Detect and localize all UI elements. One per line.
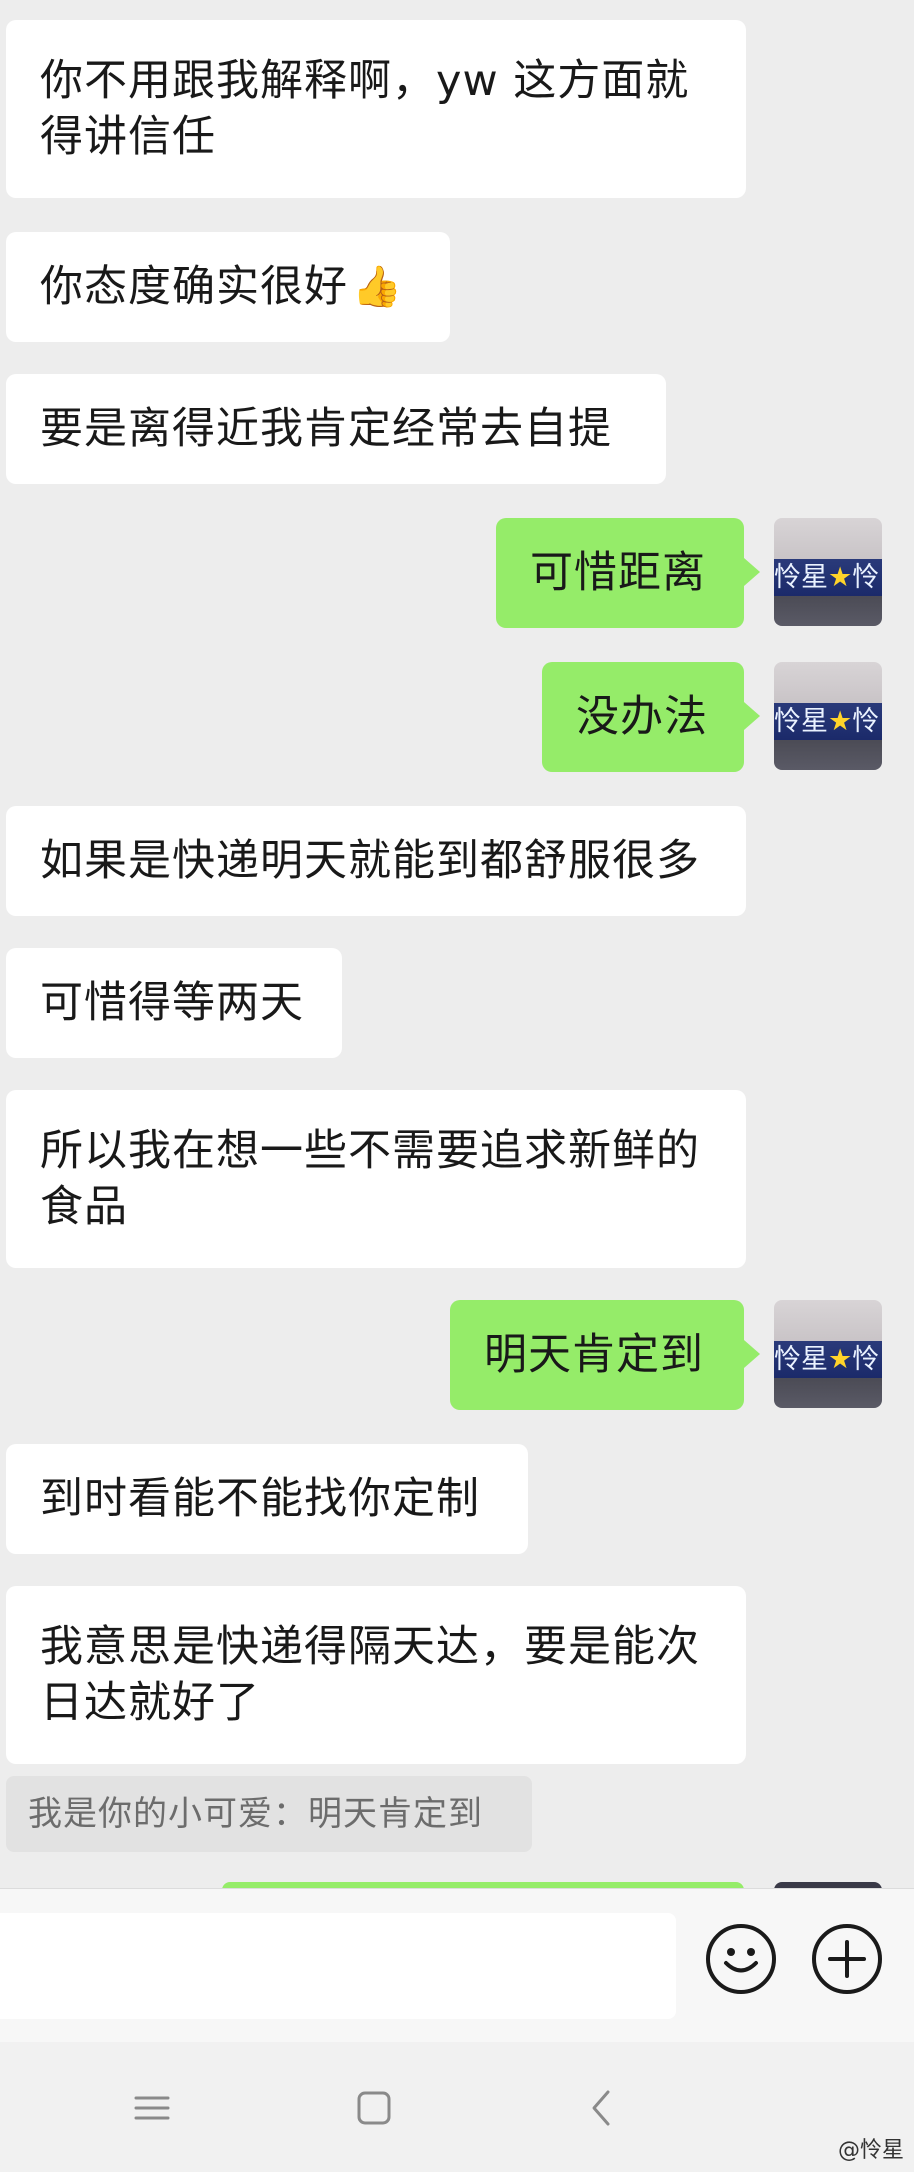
message-bubble-outgoing[interactable]: 明天肯定到 (450, 1300, 760, 1410)
message-line: 得讲信任 (40, 112, 216, 162)
message-line: 我意思是快递得隔天达，要是能次 (40, 1622, 700, 1672)
message-text: 我意思是快递得隔天达，要是能次 日达就好了 (40, 1619, 700, 1731)
quoted-message-text: 我是你的小可爱：明天肯定到 (28, 1794, 483, 1834)
message-bubble-incoming[interactable]: 如果是快递明天就能到都舒服很多 (6, 806, 746, 916)
back-icon (592, 2090, 610, 2126)
message-text: 你不用跟我解释啊，yw 这方面就 得讲信任 (40, 53, 689, 165)
plus-button[interactable] (812, 1924, 882, 1994)
message-text: 如果是快递明天就能到都舒服很多 (40, 836, 700, 886)
menu-button[interactable] (122, 2078, 182, 2138)
emoji-button[interactable] (706, 1924, 776, 1994)
chat-message-list[interactable]: 你不用跟我解释啊，yw 这方面就 得讲信任 你态度确实很好 👍 要是离得近我肯定… (0, 0, 914, 1888)
message-line: 你不用跟我解释啊，yw 这方面就 (40, 56, 690, 106)
message-bubble-incoming[interactable]: 你态度确实很好 👍 (6, 232, 450, 342)
avatar[interactable]: 怜星★怜 (774, 518, 882, 626)
message-text: 你态度确实很好 (40, 262, 348, 312)
avatar-text: 怜星★怜 (774, 706, 880, 737)
watermark: @怜星 (837, 2138, 904, 2163)
message-line: 食品 (40, 1182, 128, 1232)
message-text: 明天肯定到 (484, 1330, 704, 1380)
thumbs-up-icon: 👍 (352, 264, 403, 310)
message-text: 到时看能不能找你定制 (40, 1474, 480, 1524)
message-text: 要是离得近我肯定经常去自提 (40, 404, 612, 454)
message-bubble-incoming[interactable]: 我意思是快递得隔天达，要是能次 日达就好了 (6, 1586, 746, 1764)
message-line: 所以我在想一些不需要追求新鲜的 (40, 1126, 700, 1176)
plus-icon (828, 1940, 866, 1978)
message-text: 可惜距离 (530, 548, 706, 598)
message-bubble-outgoing[interactable]: 可惜距离 (496, 518, 760, 628)
message-line: 日达就好了 (40, 1678, 260, 1728)
home-icon (357, 2091, 391, 2125)
message-text: 所以我在想一些不需要追求新鲜的 食品 (40, 1123, 700, 1235)
message-bubble-incoming[interactable]: 要是离得近我肯定经常去自提 (6, 374, 666, 484)
back-button[interactable] (572, 2078, 632, 2138)
quoted-message[interactable]: 我是你的小可爱：明天肯定到 (6, 1776, 532, 1852)
message-input[interactable] (0, 1913, 676, 2019)
message-bubble-incoming[interactable]: 你不用跟我解释啊，yw 这方面就 得讲信任 (6, 20, 746, 198)
avatar-text: 怜星★怜 (774, 562, 880, 593)
input-bar (0, 1888, 914, 2042)
message-bubble-incoming[interactable]: 可惜得等两天 (6, 948, 342, 1058)
home-button[interactable] (344, 2078, 404, 2138)
message-bubble-incoming[interactable]: 到时看能不能找你定制 (6, 1444, 528, 1554)
system-navigation-bar: @怜星 (0, 2042, 914, 2172)
avatar[interactable]: 怜星★怜 (774, 1300, 882, 1408)
menu-icon (134, 2096, 170, 2120)
message-bubble-outgoing[interactable]: 没办法 (542, 662, 760, 772)
message-bubble-incoming[interactable]: 所以我在想一些不需要追求新鲜的 食品 (6, 1090, 746, 1268)
avatar-text: 怜星★怜 (774, 1344, 880, 1375)
message-text: 可惜得等两天 (40, 978, 304, 1028)
avatar[interactable]: 怜星★怜 (774, 662, 882, 770)
message-text: 没办法 (576, 692, 708, 742)
emoji-face-icon (724, 1948, 758, 1973)
